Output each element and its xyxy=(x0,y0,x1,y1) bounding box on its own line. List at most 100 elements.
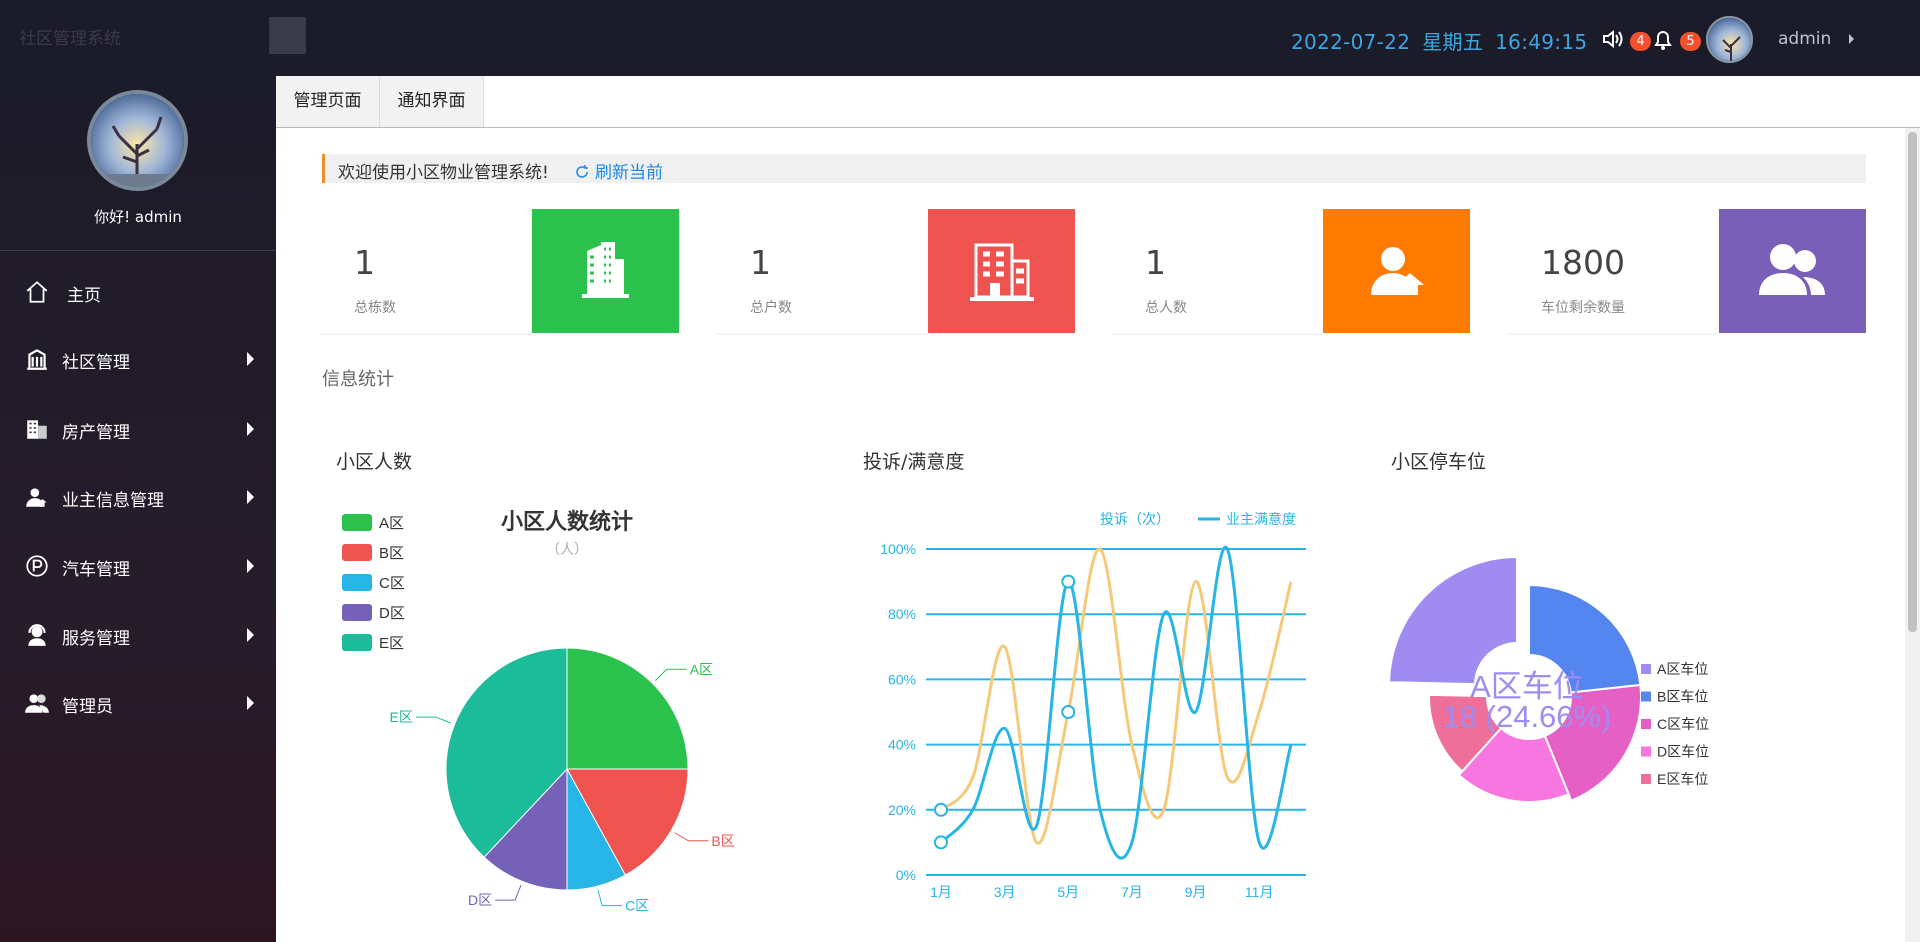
sidebar-item-owner-info[interactable]: 业主信息管理 xyxy=(0,476,276,516)
legend-swatch xyxy=(342,574,372,591)
tab-manage[interactable]: 管理页面 xyxy=(276,76,380,127)
service-icon xyxy=(28,624,46,646)
stat-label: 总人数 xyxy=(1145,300,1187,316)
user-up-icon xyxy=(1371,247,1424,295)
slice-label: C区 xyxy=(625,898,649,914)
divider xyxy=(1111,333,1323,335)
sidebar-item-label: 服务管理 xyxy=(62,629,130,649)
legend-label: C区车位 xyxy=(1657,716,1709,732)
legend-swatch xyxy=(1641,746,1651,757)
chart-title: 小区人数统计 xyxy=(501,509,633,534)
complaint-satisfaction-line-chart: 0% 20% 40% 60% 80% 100% 1月 3月 5月 7月 9月 11月 投诉（次） 业主满意… xyxy=(880,511,1306,900)
legend-swatch xyxy=(342,604,372,621)
x-tick-label: 3月 xyxy=(994,884,1016,900)
admins-icon xyxy=(25,694,49,713)
apartment-icon xyxy=(970,243,1034,301)
top-bar: 社区管理系统 2022-07-22 星期五 16:49:15 4 5 admin xyxy=(0,0,1920,76)
stat-label: 总栋数 xyxy=(354,300,396,316)
building-icon xyxy=(582,242,629,298)
x-tick-label: 9月 xyxy=(1185,884,1207,900)
data-point xyxy=(1061,574,1076,589)
building-icon xyxy=(27,349,47,370)
divider xyxy=(1507,333,1719,335)
sidebar: 你好! admin 主页 社区管理 房产管理 业主信息管理 汽车管理 服务管理 … xyxy=(0,76,276,942)
parking-icon xyxy=(26,555,48,577)
refresh-link[interactable]: 刷新当前 xyxy=(574,158,663,183)
y-tick-label: 0% xyxy=(896,867,916,883)
slice-label: E区 xyxy=(390,709,413,725)
chart-subtitle: （人） xyxy=(546,541,588,557)
menu-toggle-button[interactable] xyxy=(269,17,306,54)
avatar[interactable] xyxy=(1706,16,1753,63)
bell-badge: 5 xyxy=(1680,32,1701,51)
sidebar-item-label: 汽车管理 xyxy=(62,560,130,580)
y-tick-label: 100% xyxy=(880,541,916,557)
sidebar-item-service[interactable]: 服务管理 xyxy=(0,614,276,654)
legend-label: A区 xyxy=(379,515,404,532)
sidebar-item-home[interactable]: 主页 xyxy=(0,271,276,311)
stat-icon-box xyxy=(928,209,1075,333)
legend-label: A区车位 xyxy=(1657,661,1708,677)
panel-title-complaints: 投诉/满意度 xyxy=(863,451,965,473)
legend-label: 业主满意度 xyxy=(1226,511,1296,527)
sidebar-item-vehicle[interactable]: 汽车管理 xyxy=(0,545,276,585)
refresh-icon xyxy=(576,165,588,178)
sidebar-item-label: 房产管理 xyxy=(62,423,130,443)
label-line xyxy=(415,716,451,724)
tab-notice[interactable]: 通知界面 xyxy=(380,76,484,127)
label-line xyxy=(674,832,709,842)
scrollbar-thumb[interactable] xyxy=(1908,132,1917,632)
sidebar-item-community[interactable]: 社区管理 xyxy=(0,338,276,378)
label-line xyxy=(495,885,522,901)
y-tick-label: 60% xyxy=(888,671,916,687)
sidebar-item-label: 业主信息管理 xyxy=(62,491,164,511)
legend-label: C区 xyxy=(379,575,405,592)
divider xyxy=(320,333,532,335)
user-icon xyxy=(26,488,47,507)
greeting: 你好! admin xyxy=(94,208,182,226)
legend-swatch xyxy=(1641,664,1651,674)
tab-bar: 管理页面 通知界面 xyxy=(276,76,1920,128)
chevron-right-icon xyxy=(247,628,254,642)
app-logo: 社区管理系统 xyxy=(19,29,121,49)
speaker-icon[interactable] xyxy=(1601,27,1625,51)
chevron-right-icon xyxy=(247,696,254,710)
sidebar-item-label: 社区管理 xyxy=(62,353,130,373)
scrollbar[interactable] xyxy=(1905,128,1920,942)
legend-swatch xyxy=(1641,691,1651,702)
parking-ring-chart: A区车位18 (24.66%)A区车位B区车位C区车位D区车位E区车位 xyxy=(1388,555,1709,803)
house-icon xyxy=(27,420,47,439)
bell-icon[interactable] xyxy=(1651,27,1675,51)
label-line xyxy=(655,668,687,681)
series-line xyxy=(939,547,1293,845)
sidebar-item-property[interactable]: 房产管理 xyxy=(0,408,276,448)
legend-label: D区车位 xyxy=(1657,744,1709,760)
welcome-notice: 欢迎使用小区物业管理系统! 刷新当前 xyxy=(322,154,1866,183)
stat-label: 车位剩余数量 xyxy=(1541,300,1625,316)
speaker-badge: 4 xyxy=(1630,32,1651,51)
slice-label: D区 xyxy=(468,892,492,908)
weekday-text: 星期五 xyxy=(1422,30,1484,54)
refresh-label: 刷新当前 xyxy=(595,163,663,183)
legend-label: 投诉（次） xyxy=(1100,511,1170,527)
slice-label: A区 xyxy=(690,661,713,677)
sidebar-item-admins[interactable]: 管理员 xyxy=(0,682,276,722)
section-title: 信息统计 xyxy=(322,369,394,390)
data-point xyxy=(934,835,948,850)
ring-slice xyxy=(1388,555,1518,686)
sidebar-item-label: 管理员 xyxy=(62,697,113,717)
slice-label: B区 xyxy=(711,833,734,849)
chevron-right-icon xyxy=(247,352,254,366)
username[interactable]: admin xyxy=(1778,29,1831,49)
stat-card-people: 1 总人数 xyxy=(1111,209,1471,335)
pie-slice xyxy=(566,647,689,770)
chevron-right-icon[interactable] xyxy=(1849,34,1854,44)
stat-card-parking: 1800 车位剩余数量 xyxy=(1507,209,1867,335)
center-value: 18 (24.66%) xyxy=(1443,699,1612,734)
date-text: 2022-07-22 xyxy=(1291,30,1411,54)
legend-label: E区车位 xyxy=(1657,771,1708,787)
legend-label: D区 xyxy=(379,605,405,622)
stat-value: 1800 xyxy=(1541,243,1625,282)
chevron-right-icon xyxy=(247,422,254,436)
panel-title-parking: 小区停车位 xyxy=(1391,451,1487,473)
